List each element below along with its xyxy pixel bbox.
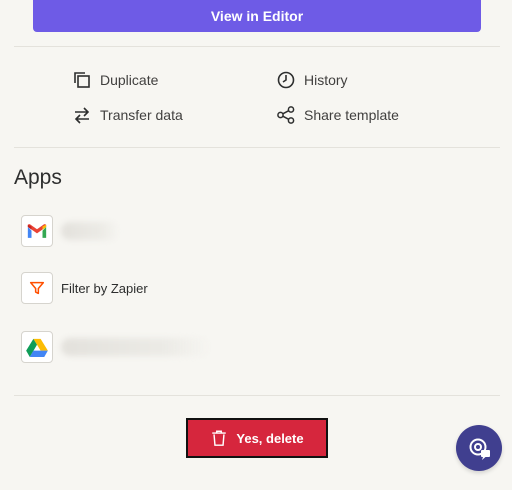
view-in-editor-label: View in Editor bbox=[210, 8, 304, 24]
app-name: Filter by Zapier bbox=[61, 280, 148, 296]
history-label: History bbox=[304, 72, 348, 88]
share-template-label: Share template bbox=[304, 107, 399, 123]
app-item-filter[interactable]: Filter by Zapier bbox=[21, 271, 148, 305]
transfer-data-label: Transfer data bbox=[100, 107, 183, 123]
transfer-arrows-icon bbox=[74, 107, 90, 124]
share-icon bbox=[277, 106, 295, 124]
app-item-gmail[interactable] bbox=[21, 214, 119, 248]
help-chat-icon bbox=[469, 438, 490, 460]
yes-delete-label: Yes, delete bbox=[236, 430, 304, 446]
google-drive-icon bbox=[21, 331, 53, 363]
yes-delete-button[interactable]: Yes, delete bbox=[186, 418, 328, 458]
clock-icon bbox=[277, 71, 295, 89]
divider bbox=[14, 147, 500, 148]
share-template-action[interactable]: Share template bbox=[276, 105, 399, 125]
history-action[interactable]: History bbox=[276, 70, 348, 90]
transfer-data-action[interactable]: Transfer data bbox=[72, 105, 183, 125]
view-in-editor-button[interactable]: View in Editor bbox=[33, 0, 481, 32]
apps-heading: Apps bbox=[14, 166, 62, 189]
gmail-icon bbox=[21, 215, 53, 247]
divider bbox=[14, 395, 500, 396]
duplicate-label: Duplicate bbox=[100, 72, 159, 88]
blurred-app-name bbox=[61, 338, 211, 356]
duplicate-action[interactable]: Duplicate bbox=[72, 70, 158, 90]
app-item-google-drive[interactable] bbox=[21, 330, 211, 364]
trash-icon bbox=[212, 430, 227, 446]
help-chat-button[interactable] bbox=[456, 425, 502, 471]
duplicate-icon bbox=[74, 72, 90, 88]
blurred-app-name bbox=[61, 222, 119, 240]
divider bbox=[14, 46, 500, 47]
filter-icon bbox=[21, 272, 53, 304]
